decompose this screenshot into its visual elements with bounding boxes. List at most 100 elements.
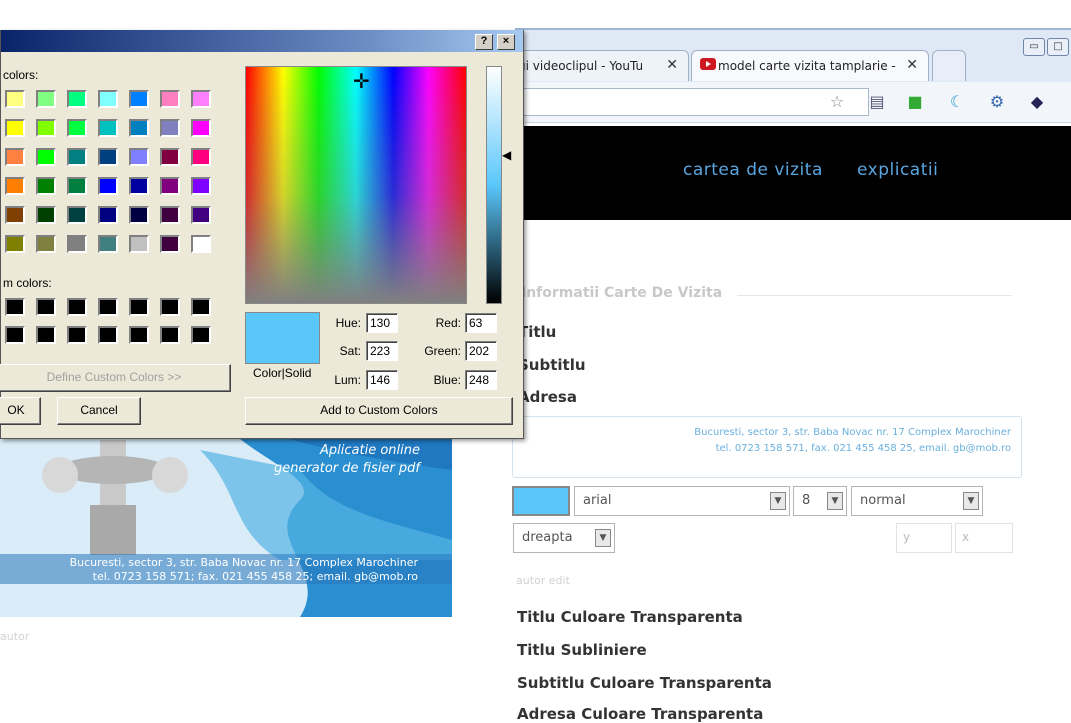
color-swatch-button[interactable]: [512, 486, 570, 516]
basic-color-swatch[interactable]: [129, 119, 149, 137]
cancel-button[interactable]: Cancel: [57, 397, 141, 425]
basic-color-swatch[interactable]: [98, 235, 118, 253]
luminance-slider[interactable]: [486, 66, 502, 304]
basic-color-swatch[interactable]: [98, 177, 118, 195]
custom-color-swatch[interactable]: [191, 298, 211, 316]
basic-color-swatch[interactable]: [67, 119, 87, 137]
basic-color-swatch[interactable]: [191, 148, 211, 166]
address-bar[interactable]: [505, 88, 869, 116]
field-label-subtitlu[interactable]: Subtitlu: [518, 356, 586, 374]
basic-color-swatch[interactable]: [129, 90, 149, 108]
basic-color-swatch[interactable]: [98, 206, 118, 224]
red-field[interactable]: 63: [465, 313, 497, 333]
rss-icon[interactable]: ▤: [867, 92, 887, 112]
custom-color-swatch[interactable]: [36, 298, 56, 316]
font-select[interactable]: arial ▼: [574, 486, 790, 516]
star-icon[interactable]: ☆: [827, 92, 847, 112]
basic-color-swatch[interactable]: [67, 235, 87, 253]
align-select[interactable]: dreapta ▼: [513, 523, 615, 553]
custom-color-swatch[interactable]: [160, 326, 180, 344]
basic-color-swatch[interactable]: [36, 235, 56, 253]
card-footer-link[interactable]: autor: [0, 630, 29, 643]
basic-color-swatch[interactable]: [129, 235, 149, 253]
extension-icon[interactable]: ■: [905, 92, 925, 112]
wifi-icon[interactable]: ☾: [947, 92, 967, 112]
custom-color-swatch[interactable]: [129, 298, 149, 316]
basic-color-swatch[interactable]: [36, 177, 56, 195]
basic-color-swatch[interactable]: [36, 148, 56, 166]
blue-field[interactable]: 248: [465, 370, 497, 390]
custom-color-swatch[interactable]: [5, 326, 25, 344]
basic-color-swatch[interactable]: [5, 235, 25, 253]
x-input[interactable]: y: [896, 523, 952, 553]
ok-button[interactable]: OK: [0, 397, 41, 425]
basic-color-swatch[interactable]: [160, 148, 180, 166]
option-titlu-subliniere[interactable]: Titlu Subliniere: [517, 641, 647, 659]
custom-color-swatch[interactable]: [160, 298, 180, 316]
minimize-icon[interactable]: ▭: [1023, 38, 1045, 56]
close-icon[interactable]: ×: [497, 34, 515, 50]
close-tab-icon[interactable]: ✕: [906, 57, 918, 73]
basic-color-swatch[interactable]: [191, 90, 211, 108]
option-subtitlu-transparenta[interactable]: Subtitlu Culoare Transparenta: [517, 674, 772, 692]
basic-color-swatch[interactable]: [5, 206, 25, 224]
basic-color-swatch[interactable]: [67, 90, 87, 108]
wrench-icon[interactable]: ◆: [1027, 92, 1047, 112]
add-to-custom-colors-button[interactable]: Add to Custom Colors: [245, 397, 513, 425]
basic-color-swatch[interactable]: [160, 177, 180, 195]
basic-color-swatch[interactable]: [191, 235, 211, 253]
custom-color-swatch[interactable]: [191, 326, 211, 344]
basic-color-swatch[interactable]: [5, 119, 25, 137]
basic-color-swatch[interactable]: [5, 148, 25, 166]
basic-color-swatch[interactable]: [36, 90, 56, 108]
basic-color-swatch[interactable]: [67, 177, 87, 195]
custom-color-swatch[interactable]: [67, 326, 87, 344]
nav-link-explicatii[interactable]: explicatii: [857, 160, 938, 180]
option-titlu-transparenta[interactable]: Titlu Culoare Transparenta: [517, 608, 743, 626]
custom-color-swatch[interactable]: [5, 298, 25, 316]
maximize-icon[interactable]: □: [1047, 38, 1069, 56]
basic-color-swatch[interactable]: [67, 206, 87, 224]
custom-color-swatch[interactable]: [36, 326, 56, 344]
y-input[interactable]: x: [955, 523, 1013, 553]
close-tab-icon[interactable]: ✕: [666, 57, 678, 73]
dialog-titlebar[interactable]: ? ×: [1, 30, 523, 52]
basic-color-swatch[interactable]: [129, 177, 149, 195]
basic-color-swatch[interactable]: [160, 206, 180, 224]
new-tab-button[interactable]: [932, 50, 966, 81]
sat-field[interactable]: 223: [366, 341, 398, 361]
basic-color-swatch[interactable]: [191, 206, 211, 224]
luminance-arrow-icon[interactable]: ◀: [502, 148, 511, 162]
lum-field[interactable]: 146: [366, 370, 398, 390]
basic-color-swatch[interactable]: [5, 177, 25, 195]
custom-color-swatch[interactable]: [98, 298, 118, 316]
basic-color-swatch[interactable]: [5, 90, 25, 108]
basic-color-swatch[interactable]: [98, 148, 118, 166]
tab-youtube[interactable]: gi videoclipul - YouTu ✕: [509, 50, 689, 81]
green-field[interactable]: 202: [465, 341, 497, 361]
small-links[interactable]: autor edit: [516, 574, 570, 587]
hue-field[interactable]: 130: [366, 313, 398, 333]
basic-color-swatch[interactable]: [129, 206, 149, 224]
style-select[interactable]: normal ▼: [851, 486, 983, 516]
nav-link-cartea[interactable]: cartea de vizita: [683, 160, 823, 180]
basic-color-swatch[interactable]: [98, 90, 118, 108]
define-custom-colors-button[interactable]: Define Custom Colors >>: [0, 364, 231, 392]
help-icon[interactable]: ?: [475, 34, 493, 50]
custom-color-swatch[interactable]: [98, 326, 118, 344]
basic-color-swatch[interactable]: [160, 235, 180, 253]
crosshair-icon[interactable]: ✛: [353, 72, 370, 92]
basic-color-swatch[interactable]: [36, 119, 56, 137]
field-label-adresa[interactable]: Adresa: [518, 388, 577, 406]
settings-icon[interactable]: ⚙: [987, 92, 1007, 112]
size-select[interactable]: 8 ▼: [793, 486, 847, 516]
tab-active[interactable]: model carte vizita tamplarie - ✕: [691, 50, 929, 81]
basic-color-swatch[interactable]: [160, 119, 180, 137]
basic-color-swatch[interactable]: [67, 148, 87, 166]
custom-color-swatch[interactable]: [67, 298, 87, 316]
basic-color-swatch[interactable]: [191, 119, 211, 137]
basic-color-swatch[interactable]: [191, 177, 211, 195]
custom-color-swatch[interactable]: [129, 326, 149, 344]
address-textarea[interactable]: Bucuresti, sector 3, str. Baba Novac nr.…: [512, 416, 1022, 478]
basic-color-swatch[interactable]: [160, 90, 180, 108]
